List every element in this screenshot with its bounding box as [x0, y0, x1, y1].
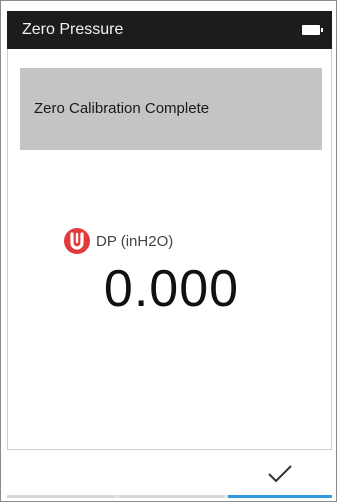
battery-icon [302, 25, 323, 35]
measurement-value: 0.000 [103, 260, 240, 318]
title-bar: Zero Pressure [7, 11, 332, 49]
brand-logo-icon [64, 228, 90, 254]
tab-indicator-strip [7, 495, 332, 498]
tab-indicator-active [228, 495, 332, 498]
confirm-button[interactable] [228, 450, 332, 498]
tab-indicator-2 [119, 495, 224, 498]
measurement-label: DP (inH2O) [96, 232, 174, 250]
status-banner: Zero Calibration Complete [20, 68, 322, 150]
status-message: Zero Calibration Complete [34, 100, 210, 117]
checkmark-icon [268, 465, 292, 483]
tab-indicator-1 [7, 495, 115, 498]
device-screen: Zero Pressure Zero Calibration Complete … [0, 0, 337, 502]
page-title: Zero Pressure [22, 21, 124, 38]
footer-bar [7, 450, 332, 498]
measurement-header: DP (inH2O) [64, 228, 173, 254]
